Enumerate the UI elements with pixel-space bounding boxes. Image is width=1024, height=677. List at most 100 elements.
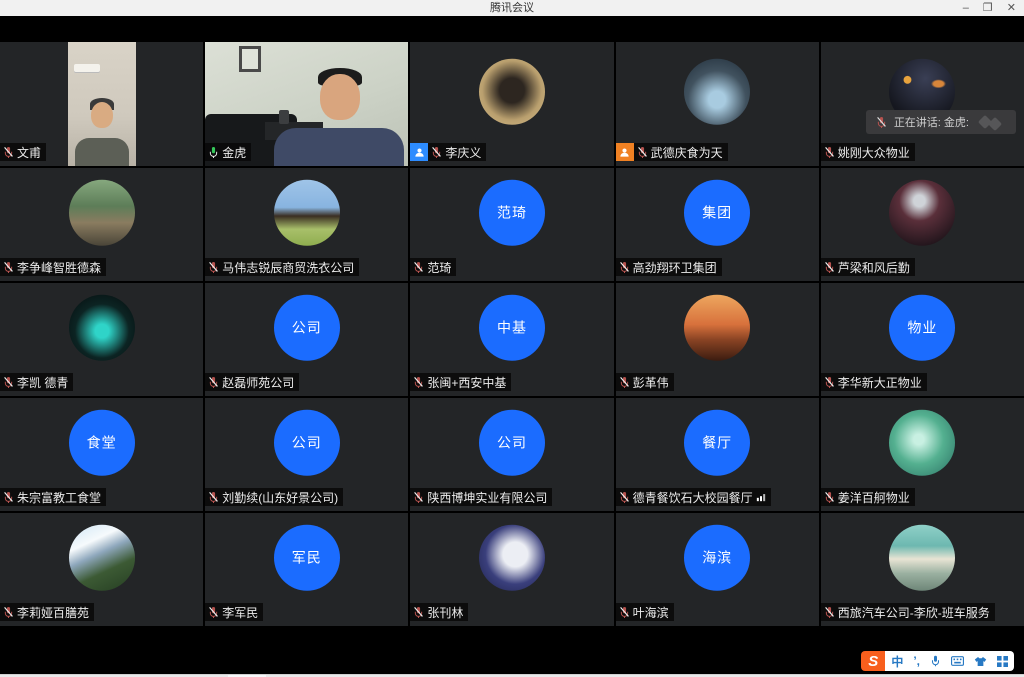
participant-label: 陕西博坤实业有限公司 [410, 488, 552, 506]
participant-name: 彭革伟 [633, 374, 669, 391]
avatar [69, 179, 135, 245]
mic-muted-icon [3, 261, 14, 274]
participant-name: 朱宗富教工食堂 [17, 489, 101, 506]
mic-muted-icon [3, 491, 14, 504]
participant-tile[interactable]: 彭革伟 [616, 283, 819, 396]
avatar [889, 409, 955, 475]
participant-label: 姜洋百舸物业 [821, 488, 915, 506]
participant-tile[interactable]: 公司 陕西博坤实业有限公司 [410, 398, 613, 511]
mic-muted-icon [413, 606, 424, 619]
participant-tile[interactable]: 张刊林 [410, 513, 613, 626]
participant-tile[interactable]: 餐厅 德青餐饮石大校园餐厅 [616, 398, 819, 511]
minimize-button[interactable]: – [963, 0, 969, 16]
participant-tile[interactable]: 公司 刘勤续(山东好景公司) [205, 398, 408, 511]
participant-tile[interactable]: 公司 赵磊师苑公司 [205, 283, 408, 396]
avatar: 海滨 [684, 524, 750, 590]
tencent-meeting-window: 腾讯会议 – ❐ ✕ 文甫 [0, 0, 1024, 677]
ime-punctuation-toggle[interactable]: ’, [913, 654, 920, 668]
participant-name: 范琦 [427, 259, 451, 276]
mic-muted-icon [208, 376, 219, 389]
ime-skin-icon[interactable] [974, 656, 987, 667]
participant-tile[interactable]: 海滨 叶海滨 [616, 513, 819, 626]
participant-name: 姚刚大众物业 [838, 144, 910, 161]
participant-tile[interactable]: 李庆义 [410, 42, 613, 166]
avatar: 范琦 [479, 179, 545, 245]
participant-name: 武德庆食为天 [651, 144, 723, 161]
ime-toolbox-icon[interactable] [997, 656, 1008, 667]
mic-muted-icon [619, 606, 630, 619]
network-signal-icon [756, 492, 766, 502]
participant-label: 芦梁和风后勤 [821, 258, 915, 276]
participant-tile[interactable]: 金虎 [205, 42, 408, 166]
avatar [684, 58, 750, 124]
participant-label: 彭革伟 [616, 373, 674, 391]
ime-microphone-icon[interactable] [930, 655, 941, 667]
participant-label: 武德庆食为天 [616, 143, 728, 161]
participant-tile[interactable]: 集团 高劲翔环卫集团 [616, 168, 819, 281]
mic-muted-icon [619, 491, 630, 504]
mic-on-icon [208, 146, 219, 159]
mic-muted-icon [637, 146, 648, 159]
participant-label: 张闽+西安中基 [410, 373, 511, 391]
title-bar: 腾讯会议 – ❐ ✕ [0, 0, 1024, 16]
participant-name: 张刊林 [427, 604, 463, 621]
participant-name: 陕西博坤实业有限公司 [427, 489, 547, 506]
participant-name: 李争峰智胜德森 [17, 259, 101, 276]
participant-label: 金虎 [205, 143, 251, 161]
ime-keyboard-icon[interactable] [951, 656, 964, 666]
participant-name: 叶海滨 [633, 604, 669, 621]
sogou-ime-bar[interactable]: S 中 ’, [861, 651, 1014, 671]
mic-muted-icon [413, 376, 424, 389]
participant-name: 刘勤续(山东好景公司) [222, 489, 338, 506]
ime-mode-toggle[interactable]: 中 [891, 653, 903, 670]
close-button[interactable]: ✕ [1007, 0, 1016, 16]
avatar: 公司 [274, 294, 340, 360]
avatar: 物业 [889, 294, 955, 360]
participant-tile[interactable]: 中基 张闽+西安中基 [410, 283, 613, 396]
participant-tile[interactable]: 物业 李华新大正物业 [821, 283, 1024, 396]
maximize-button[interactable]: ❐ [983, 0, 993, 16]
participant-label: 李军民 [205, 603, 263, 621]
participant-label: 李华新大正物业 [821, 373, 927, 391]
participant-tile[interactable]: 西旅汽车公司-李欣-班车服务 [821, 513, 1024, 626]
participant-tile[interactable]: 食堂 朱宗富教工食堂 [0, 398, 203, 511]
mic-muted-icon [208, 491, 219, 504]
participant-tile[interactable]: 武德庆食为天 [616, 42, 819, 166]
participant-tile[interactable]: 芦梁和风后勤 [821, 168, 1024, 281]
participant-name: 金虎 [222, 144, 246, 161]
participant-label: 刘勤续(山东好景公司) [205, 488, 343, 506]
mic-muted-icon [208, 261, 219, 274]
participant-name: 德青餐饮石大校园餐厅 [633, 489, 753, 506]
participant-name: 李凯 德青 [17, 374, 68, 391]
video-feed-portrait [68, 42, 136, 166]
avatar [69, 524, 135, 590]
participant-tile[interactable]: 姜洋百舸物业 [821, 398, 1024, 511]
participant-tile[interactable]: 军民 李军民 [205, 513, 408, 626]
participant-tile[interactable]: 马伟志锐辰商贸洗衣公司 [205, 168, 408, 281]
avatar: 食堂 [69, 409, 135, 475]
participant-tile[interactable]: 李争峰智胜德森 [0, 168, 203, 281]
sogou-logo-icon[interactable]: S [861, 651, 885, 671]
participant-label: 范琦 [410, 258, 456, 276]
speaking-toast: 正在讲话: 金虎: [866, 110, 1016, 134]
role-badge-icon [616, 143, 634, 161]
participant-tile[interactable]: 正在讲话: 金虎: 姚刚大众物业 [821, 42, 1024, 166]
participant-tile[interactable]: 文甫 [0, 42, 203, 166]
avatar: 集团 [684, 179, 750, 245]
participant-name: 芦梁和风后勤 [838, 259, 910, 276]
avatar [274, 179, 340, 245]
picture-frame [239, 46, 261, 72]
participant-name: 赵磊师苑公司 [222, 374, 294, 391]
avatar [889, 524, 955, 590]
avatar: 餐厅 [684, 409, 750, 475]
participant-tile[interactable]: 李莉娅百膳苑 [0, 513, 203, 626]
mic-muted-icon [619, 261, 630, 274]
participant-tile[interactable]: 李凯 德青 [0, 283, 203, 396]
mic-muted-icon [208, 606, 219, 619]
window-title: 腾讯会议 [0, 0, 1024, 16]
participant-label: 姚刚大众物业 [821, 143, 915, 161]
meeting-watermark-icon [976, 115, 1006, 129]
mic-muted-icon [824, 376, 835, 389]
participant-tile[interactable]: 范琦 范琦 [410, 168, 613, 281]
mic-muted-icon [3, 146, 14, 159]
